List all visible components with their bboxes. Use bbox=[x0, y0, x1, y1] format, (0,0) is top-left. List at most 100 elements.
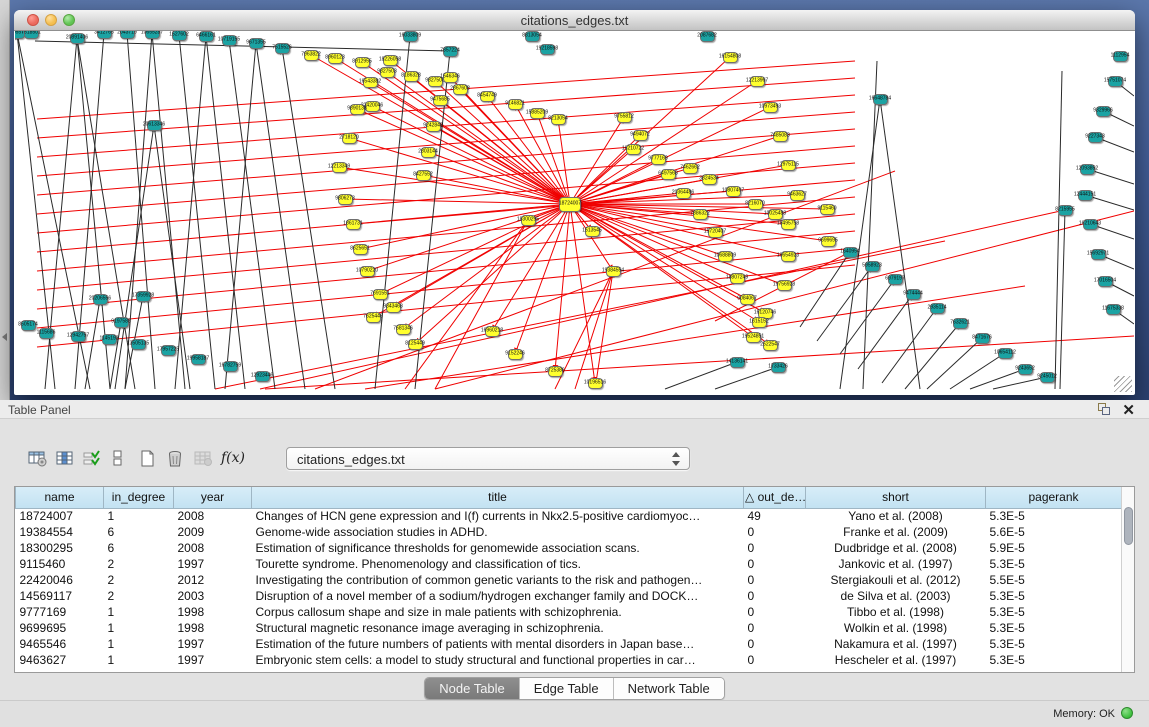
graph-node[interactable]: 2867608 bbox=[453, 84, 468, 95]
graph-node[interactable]: 8813054 bbox=[525, 31, 540, 42]
graph-node[interactable]: 20891406 bbox=[70, 33, 85, 44]
graph-node[interactable]: 9242848 bbox=[426, 121, 441, 132]
graph-node[interactable]: 2087682 bbox=[700, 31, 715, 42]
graph-node[interactable]: 8454749 bbox=[480, 91, 495, 102]
graph-node[interactable]: 7581346 bbox=[396, 324, 411, 335]
graph-node[interactable]: 9890138 bbox=[350, 104, 365, 115]
graph-node[interactable]: 9084067 bbox=[740, 294, 755, 305]
graph-node[interactable]: 10196516 bbox=[588, 378, 603, 389]
merge-rows-icon[interactable] bbox=[106, 446, 128, 470]
graph-node[interactable]: 6979197 bbox=[888, 274, 903, 285]
graph-node[interactable]: 20364486 bbox=[676, 188, 691, 199]
delete-icon[interactable] bbox=[164, 446, 186, 470]
graph-node[interactable]: 10655287 bbox=[145, 31, 160, 39]
graph-node[interactable]: 9699695 bbox=[821, 236, 836, 247]
graph-node[interactable]: 10025488 bbox=[768, 209, 783, 220]
graph-node[interactable]: 9146821 bbox=[508, 99, 523, 110]
graph-node[interactable]: 22420046 bbox=[365, 101, 380, 112]
graph-node[interactable]: 1115686 bbox=[39, 328, 54, 339]
graph-node[interactable]: 2718120 bbox=[342, 133, 357, 144]
graph-node[interactable]: 16960218 bbox=[485, 326, 500, 337]
graph-node[interactable]: 18300295 bbox=[521, 215, 536, 226]
table-row[interactable]: 946362711997Embryonic stem cells: a mode… bbox=[16, 652, 1122, 668]
graph-node[interactable]: 16210643 bbox=[1083, 219, 1098, 230]
graph-node[interactable]: 1145193 bbox=[102, 334, 117, 345]
close-panel-icon[interactable]: ✕ bbox=[1122, 401, 1135, 419]
graph-node[interactable]: 8912955 bbox=[355, 57, 370, 68]
graph-node[interactable]: 10790220 bbox=[360, 266, 375, 277]
tab-network-table[interactable]: Network Table bbox=[614, 678, 724, 699]
column-header[interactable]: in_degree bbox=[104, 487, 174, 508]
table-row[interactable]: 2242004622012Investigating the contribut… bbox=[16, 572, 1122, 588]
table-row[interactable]: 969969511998Structural magnetic resonanc… bbox=[16, 620, 1122, 636]
graph-node[interactable]: 9115460 bbox=[820, 204, 835, 215]
memory-status-indicator[interactable] bbox=[1121, 707, 1133, 719]
graph-node[interactable]: 10654112 bbox=[998, 348, 1013, 359]
graph-node[interactable]: 12444151 bbox=[1078, 190, 1093, 201]
graph-node[interactable]: 1546346 bbox=[443, 72, 458, 83]
graph-node[interactable]: 1615152 bbox=[752, 317, 767, 328]
column-header[interactable]: short bbox=[806, 487, 986, 508]
graph-node[interactable]: 18807249 bbox=[730, 273, 745, 284]
graph-node[interactable]: 2803144 bbox=[421, 147, 436, 158]
graph-node[interactable]: 13505135 bbox=[131, 339, 146, 350]
graph-node[interactable]: 15495758 bbox=[781, 219, 796, 230]
tab-edge-table[interactable]: Edge Table bbox=[520, 678, 614, 699]
function-builder-icon[interactable]: f(x) bbox=[222, 446, 244, 470]
graph-node[interactable]: 9343468 bbox=[386, 302, 401, 313]
table-row[interactable]: 1938455462009Genome-wide association stu… bbox=[16, 524, 1122, 540]
graph-node[interactable]: 9197588 bbox=[114, 317, 129, 328]
graph-node[interactable]: 8125449 bbox=[408, 339, 423, 350]
network-window-titlebar[interactable]: citations_edges.txt bbox=[14, 10, 1135, 31]
graph-node[interactable]: 16782759 bbox=[223, 361, 238, 372]
column-header[interactable]: title bbox=[252, 487, 744, 508]
graph-node[interactable]: 19218598 bbox=[540, 44, 555, 55]
collapse-left-arrow-icon[interactable] bbox=[2, 333, 7, 341]
graph-node[interactable]: 1861731 bbox=[346, 219, 361, 230]
table-row[interactable]: 1872400712008Changes of HCN gene express… bbox=[16, 508, 1122, 524]
graph-node[interactable]: 7518501 bbox=[24, 31, 39, 39]
graph-node[interactable]: 9827503 bbox=[380, 67, 395, 78]
graph-node[interactable]: 8471676 bbox=[975, 333, 990, 344]
graph-node[interactable]: 8216070 bbox=[748, 199, 763, 210]
table-row[interactable]: 977716911998Corpus callosum shape and si… bbox=[16, 604, 1122, 620]
column-header[interactable]: pagerank bbox=[986, 487, 1122, 508]
graph-node[interactable]: 7462662 bbox=[683, 163, 698, 174]
graph-node[interactable]: 19958187 bbox=[191, 354, 206, 365]
graph-node[interactable]: 2043719 bbox=[120, 31, 135, 39]
graph-node[interactable]: 14136141 bbox=[730, 357, 745, 368]
graph-node[interactable]: 19654923 bbox=[781, 251, 796, 262]
window-resize-grip[interactable] bbox=[1114, 376, 1132, 392]
graph-node[interactable]: 16154808 bbox=[723, 52, 738, 63]
graph-node[interactable]: 7632621 bbox=[953, 318, 968, 329]
graph-node[interactable]: 12975115 bbox=[781, 160, 796, 171]
graph-node[interactable]: 20206556 bbox=[93, 294, 108, 305]
graph-node[interactable]: 9671355 bbox=[249, 38, 264, 49]
graph-node[interactable]: 6497568 bbox=[661, 169, 676, 180]
graph-node[interactable]: 3412765 bbox=[97, 31, 112, 39]
column-header[interactable]: year bbox=[174, 487, 252, 508]
table-row[interactable]: 1456911722003Disruption of a novel membe… bbox=[16, 588, 1122, 604]
column-header[interactable]: name bbox=[16, 487, 104, 508]
graph-node[interactable]: 10719155 bbox=[222, 35, 237, 46]
graph-node[interactable]: 17957225 bbox=[161, 345, 176, 356]
graph-node[interactable]: 17359928 bbox=[136, 291, 151, 302]
graph-node[interactable]: 1513545 bbox=[585, 226, 600, 237]
float-panel-icon[interactable] bbox=[1098, 403, 1111, 416]
graph-node[interactable]: 1733426 bbox=[771, 362, 786, 373]
graph-node[interactable]: 12213349 bbox=[332, 162, 347, 173]
graph-node[interactable]: 9329966 bbox=[1096, 106, 1111, 117]
graph-node[interactable]: 9243652 bbox=[1018, 364, 1033, 375]
graph-node[interactable]: 10973493 bbox=[763, 102, 778, 113]
graph-node[interactable]: 8960123 bbox=[328, 53, 343, 64]
graph-node[interactable]: 15720407 bbox=[708, 227, 723, 238]
graph-node[interactable]: 16543382 bbox=[363, 77, 378, 88]
graph-node[interactable]: 9755812 bbox=[617, 112, 632, 123]
new-document-icon[interactable] bbox=[136, 446, 158, 470]
graph-node[interactable]: 9463627 bbox=[790, 190, 805, 201]
table-settings-icon[interactable] bbox=[26, 446, 48, 470]
graph-node[interactable]: 5958923 bbox=[865, 261, 880, 272]
graph-node[interactable]: 9475685 bbox=[433, 95, 448, 106]
graph-node[interactable]: 10688809 bbox=[718, 251, 733, 262]
left-split-divider[interactable] bbox=[0, 0, 10, 400]
